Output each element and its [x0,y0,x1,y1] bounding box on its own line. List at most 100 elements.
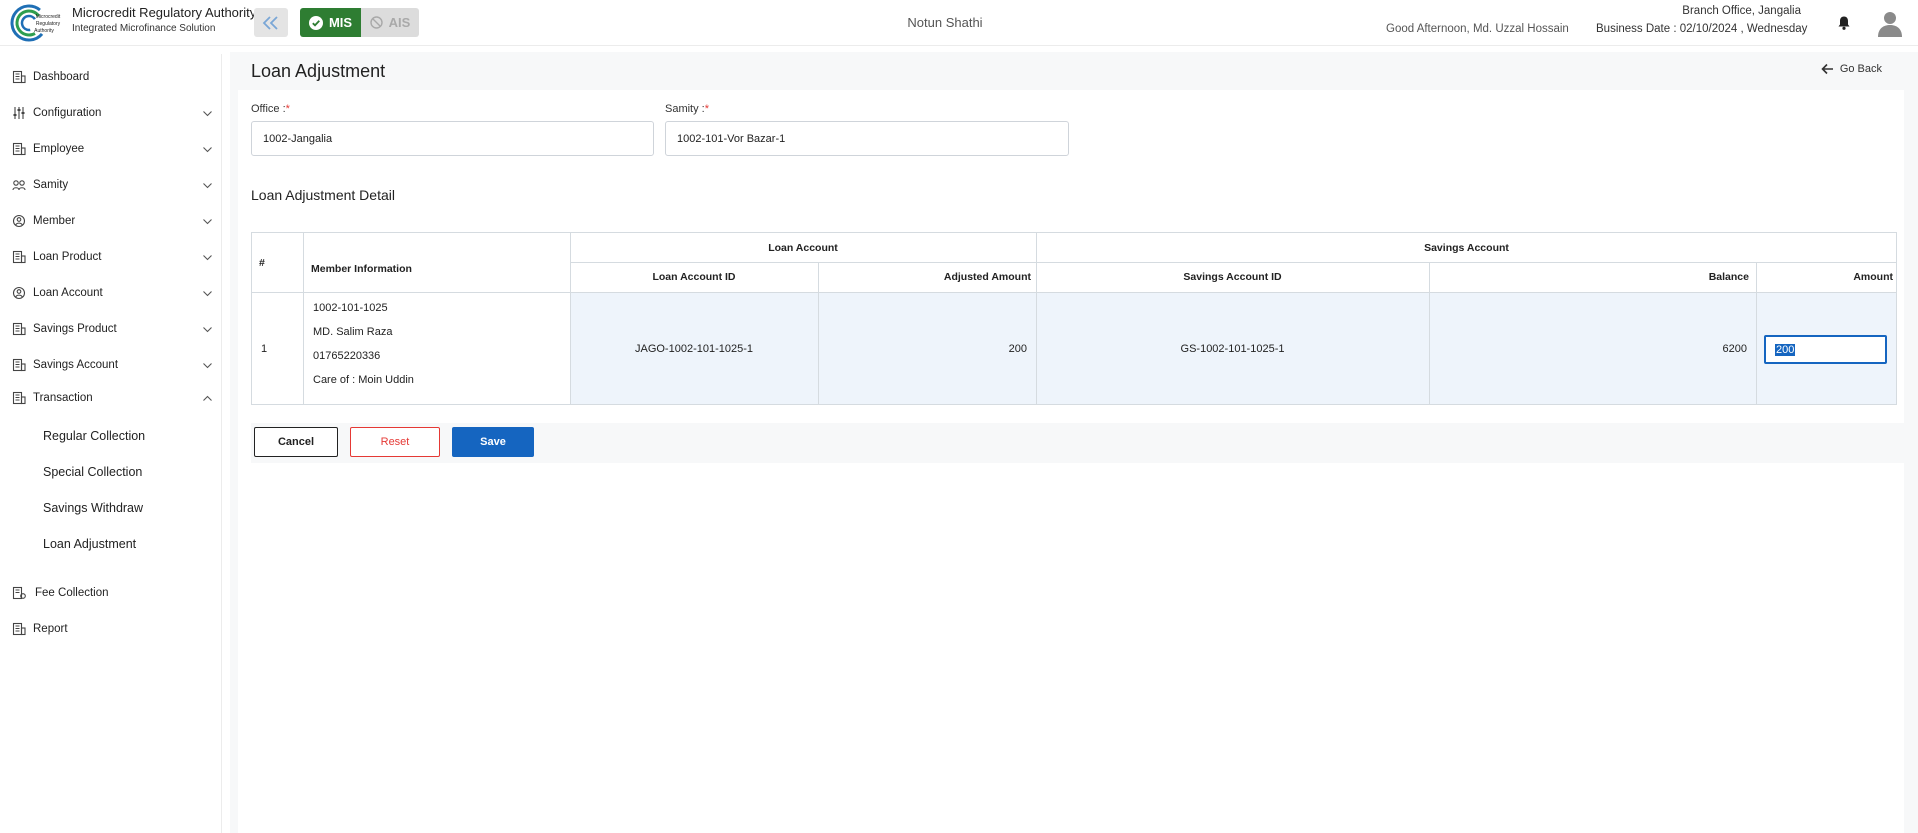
office-value: 1002-Jangalia [263,132,333,145]
reset-button[interactable]: Reset [350,427,440,457]
building-icon [12,250,26,264]
cancel-button[interactable]: Cancel [254,427,338,457]
member-id: 1002-101-1025 [313,302,388,314]
sidebar-item-label: Samity [33,179,69,191]
row-index: 1 [261,343,268,355]
office-field[interactable]: 1002-Jangalia [251,121,654,156]
go-back-button[interactable]: Go Back [1821,63,1882,75]
save-button[interactable]: Save [452,427,534,457]
brand-subtitle: Integrated Microfinance Solution [72,23,216,34]
sidebar-item-label: Savings Account [33,359,119,371]
sidebar-subitem-loan-adjustment[interactable]: Loan Adjustment [43,532,136,556]
mra-logo: Microcredit Regulatory Authority [10,4,61,42]
header-adjusted-amount: Adjusted Amount [943,271,1031,283]
sidebar-item-employee[interactable]: Employee [0,135,222,163]
sidebar-item-loan-account[interactable]: Loan Account [0,279,222,307]
mis-label: MIS [328,15,353,30]
double-chevron-left-icon [262,15,278,30]
required-mark: * [285,103,290,115]
block-icon [369,16,383,29]
header-savings-account: Savings Account [1424,242,1509,254]
sidebar-item-savings-product[interactable]: Savings Product [0,315,222,343]
mode-toggle: MIS AIS [300,8,419,37]
arrow-left-icon [1821,63,1833,75]
sidebar-collapse-button[interactable] [254,8,288,37]
office-label: Office :* [251,103,290,115]
table-divider [818,262,819,405]
sidebar-item-label: Report [33,623,68,635]
header-index: # [259,257,265,269]
table-divider [1036,232,1037,405]
sidebar-item-transaction[interactable]: Transaction [0,384,222,412]
section-title: Loan Adjustment Detail [251,187,395,203]
sidebar-item-label: Savings Product [33,323,117,335]
header-loan-account-id: Loan Account ID [652,271,736,283]
required-mark: * [704,103,710,115]
chevron-down-icon [203,110,212,116]
brand-title: Microcredit Regulatory Authority [72,5,257,20]
organization-name: Notun Shathi [907,15,983,30]
page-header-bar [238,54,1904,88]
sidebar-subitem-regular-collection[interactable]: Regular Collection [43,424,145,448]
svg-text:Regulatory: Regulatory [36,21,61,27]
member-care-of: Care of : Moin Uddin [313,374,414,386]
svg-text:Microcredit: Microcredit [36,14,61,20]
savings-account-id: GS-1002-101-1025-1 [1180,343,1285,355]
table-divider [251,292,1897,293]
svg-text:Authority: Authority [34,28,54,34]
table-divider [303,232,304,405]
building-icon [12,358,26,372]
sidebar-item-samity[interactable]: Samity [0,171,222,199]
member-name: MD. Salim Raza [313,326,393,338]
building-icon [12,142,26,156]
building-icon [12,622,26,636]
samity-field[interactable]: 1002-101-Vor Bazar-1 [665,121,1069,156]
mis-toggle-button[interactable]: MIS [300,8,361,37]
sidebar-subitem-savings-withdraw[interactable]: Savings Withdraw [43,496,143,520]
business-date: Business Date : 02/10/2024 , Wednesday [1596,23,1808,35]
office-label-text: Office : [251,103,286,115]
savings-balance: 6200 [1722,343,1747,355]
sidebar-item-savings-account[interactable]: Savings Account [0,351,222,379]
page-title: Loan Adjustment [251,61,386,81]
loan-account-id: JAGO-1002-101-1025-1 [634,343,753,355]
fee-icon [12,586,26,600]
sidebar-item-label: Dashboard [33,71,90,83]
chevron-down-icon [203,290,212,296]
branch-office: Branch Office, Jangalia [1682,5,1801,17]
sliders-icon [13,107,25,119]
sidebar-item-report[interactable]: Report [0,615,222,643]
samity-label-text: Samity : [665,103,705,115]
sidebar-item-member[interactable]: Member [0,207,222,235]
header-member-information: Member Information [311,263,412,275]
go-back-label: Go Back [1839,63,1882,75]
bell-icon[interactable] [1836,15,1852,31]
ais-toggle-button[interactable]: AIS [361,8,419,37]
amount-value: 200 [1775,343,1796,356]
chevron-down-icon [203,254,212,260]
header-amount: Amount [1853,271,1893,283]
chevron-down-icon [203,146,212,152]
table-divider [570,232,571,405]
chevron-up-icon [203,395,212,401]
amount-input[interactable]: 200 [1764,335,1887,364]
sidebar-item-label: Fee Collection [35,587,109,599]
building-icon [12,322,26,336]
sidebar-item-configuration[interactable]: Configuration [0,99,222,127]
chevron-down-icon [203,218,212,224]
chevron-down-icon [203,362,212,368]
adjusted-amount: 200 [1008,343,1027,355]
sidebar-item-label: Loan Account [33,287,103,299]
sidebar-item-loan-product[interactable]: Loan Product [0,243,222,271]
user-avatar-icon[interactable] [1876,9,1904,37]
samity-value: 1002-101-Vor Bazar-1 [677,132,786,145]
top-header: Microcredit Regulatory Authority Microcr… [0,0,1918,46]
header-savings-account-id: Savings Account ID [1183,271,1282,283]
sidebar-subitem-special-collection[interactable]: Special Collection [43,460,142,484]
header-loan-account: Loan Account [768,242,838,254]
sidebar-item-label: Configuration [33,107,102,119]
sidebar-item-dashboard[interactable]: Dashboard [0,63,222,91]
building-icon [12,391,26,405]
sidebar-item-fee-collection[interactable]: Fee Collection [0,579,222,607]
samity-label: Samity :* [665,103,709,115]
